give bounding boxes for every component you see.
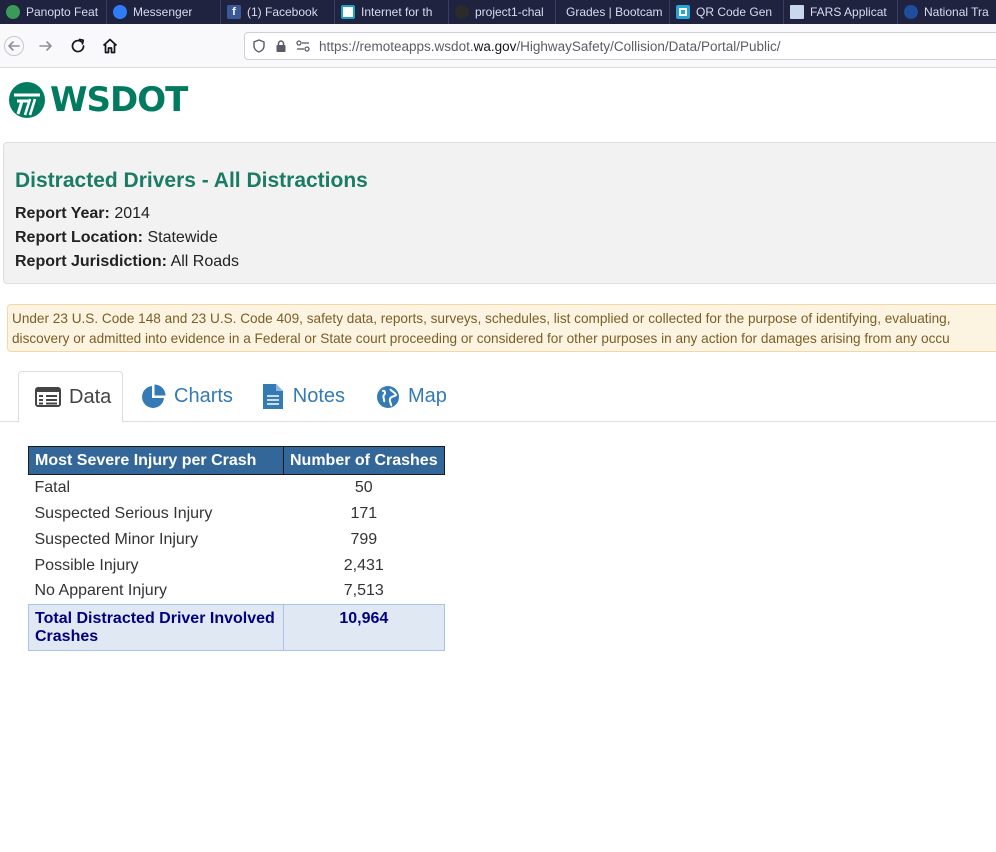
column-header-injury: Most Severe Injury per Crash: [28, 446, 284, 475]
bookmark-cisco[interactable]: Internet for th: [335, 0, 449, 24]
address-bar[interactable]: https://remoteapps.wsdot.wa.gov/HighwayS…: [244, 32, 996, 60]
disclaimer-line-2: discovery or admitted into evidence in a…: [12, 331, 950, 346]
messenger-icon: [113, 5, 127, 19]
document-icon: [262, 384, 285, 410]
crash-count: 7,513: [343, 582, 384, 600]
qr-icon: [676, 5, 690, 19]
total-count: 10,964: [283, 604, 445, 651]
injury-label: Suspected Serious Injury: [34, 504, 213, 522]
report-year-label: Report Year:: [15, 205, 110, 222]
report-year-value: 2014: [114, 205, 150, 222]
document-icon: [790, 5, 804, 19]
bookmark-national[interactable]: National Tra: [898, 0, 996, 24]
bookmark-label: Internet for th: [361, 5, 433, 19]
bookmark-qr-code[interactable]: QR Code Gen: [670, 0, 784, 24]
url-domain: wa.gov: [473, 38, 517, 54]
bookmark-messenger[interactable]: Messenger: [107, 0, 221, 24]
bookmark-label: (1) Facebook: [247, 5, 318, 19]
report-jurisdiction-label: Report Jurisdiction:: [15, 253, 168, 270]
tab-notes-label: Notes: [292, 385, 345, 407]
table-header-row: Most Severe Injury per Crash Number of C…: [28, 446, 445, 475]
wsdot-logo[interactable]: WSDOT: [8, 80, 188, 120]
bookmark-facebook[interactable]: f (1) Facebook: [221, 0, 335, 24]
back-arrow-icon: [4, 36, 24, 56]
total-label: Total Distracted Driver Involved Crashes: [28, 604, 284, 651]
navigation-bar: https://remoteapps.wsdot.wa.gov/HighwayS…: [0, 24, 996, 68]
tab-data[interactable]: Data: [18, 371, 123, 423]
globe-icon: [376, 384, 400, 410]
report-jurisdiction: Report Jurisdiction: All Roads: [15, 253, 239, 271]
tab-charts-label: Charts: [174, 385, 233, 407]
disclaimer-line-1: Under 23 U.S. Code 148 and 23 U.S. Code …: [12, 311, 951, 326]
nhtsa-icon: [904, 5, 918, 19]
crash-count: 50: [354, 478, 373, 496]
table-row: No Apparent Injury 7,513: [29, 579, 445, 605]
forward-button[interactable]: [34, 34, 58, 58]
tab-charts[interactable]: Charts: [124, 371, 244, 422]
table-row: Suspected Serious Injury 171: [29, 501, 445, 527]
bookmark-grades[interactable]: Grades | Bootcam: [556, 0, 670, 24]
report-jurisdiction-value: All Roads: [170, 253, 240, 270]
table-row: Fatal 50: [29, 475, 445, 501]
facebook-icon: f: [227, 5, 241, 19]
lock-icon[interactable]: [273, 38, 289, 54]
bookmark-label: National Tra: [924, 5, 989, 19]
reload-button[interactable]: [66, 34, 90, 58]
url-path: /HighwaySafety/Collision/Data/Portal/Pub…: [516, 38, 781, 54]
reload-icon: [71, 38, 85, 53]
url-text[interactable]: https://remoteapps.wsdot.wa.gov/HighwayS…: [319, 39, 780, 54]
total-label-line-2: Crashes: [35, 628, 99, 645]
bookmark-label: Messenger: [133, 5, 193, 19]
report-tabs: Data Charts Notes Map: [0, 371, 996, 423]
column-header-crashes: Number of Crashes: [283, 446, 445, 475]
report-header: Distracted Drivers - All Distractions Re…: [3, 142, 996, 284]
logo-text: WSDOT: [50, 80, 188, 120]
tracking-shield-icon[interactable]: [251, 38, 267, 54]
report-location-value: Statewide: [147, 229, 218, 246]
table-row: Suspected Minor Injury 799: [29, 527, 445, 553]
permissions-icon[interactable]: [295, 38, 311, 54]
bookmark-panopto[interactable]: Panopto Feat: [0, 0, 107, 24]
crash-count: 2,431: [343, 556, 384, 574]
injury-label: Fatal: [34, 478, 71, 496]
bookmark-label: Panopto Feat: [26, 5, 99, 19]
forward-arrow-icon: [39, 41, 52, 51]
bookmark-label: QR Code Gen: [696, 5, 773, 19]
tab-map[interactable]: Map: [360, 371, 460, 422]
pie-chart-icon: [140, 384, 166, 410]
report-location-label: Report Location:: [15, 229, 143, 246]
crash-data-table: Most Severe Injury per Crash Number of C…: [28, 446, 445, 651]
bookmark-github[interactable]: project1-chal: [449, 0, 556, 24]
table-icon: [35, 384, 61, 410]
total-label-line-1: Total Distracted Driver Involved: [35, 610, 275, 627]
injury-label: No Apparent Injury: [34, 582, 168, 600]
tab-notes[interactable]: Notes: [246, 371, 361, 422]
url-prefix: https://remoteapps.wsdot.: [319, 38, 474, 54]
crash-count: 171: [350, 504, 378, 522]
injury-label: Possible Injury: [34, 556, 139, 574]
report-location: Report Location: Statewide: [15, 229, 218, 247]
github-icon: [455, 5, 469, 19]
injury-label: Suspected Minor Injury: [34, 530, 199, 548]
bookmark-fars[interactable]: FARS Applicat: [784, 0, 898, 24]
table-total-row: Total Distracted Driver Involved Crashes…: [28, 604, 445, 651]
crash-count: 799: [350, 530, 378, 548]
bookmarks-bar: Panopto Feat Messenger f (1) Facebook In…: [0, 0, 996, 24]
wsdot-emblem-icon: [9, 82, 45, 118]
tab-map-label: Map: [408, 385, 447, 407]
table-row: Possible Injury 2,431: [29, 553, 445, 579]
bookmark-label: Grades | Bootcam: [566, 5, 663, 19]
home-icon: [102, 38, 118, 54]
tab-data-label: Data: [69, 385, 112, 408]
home-button[interactable]: [98, 34, 122, 58]
cisco-icon: [341, 5, 355, 19]
back-button[interactable]: [2, 34, 26, 58]
legal-disclaimer: Under 23 U.S. Code 148 and 23 U.S. Code …: [7, 304, 996, 352]
report-title: Distracted Drivers - All Distractions: [15, 169, 368, 192]
panopto-icon: [6, 5, 20, 19]
report-year: Report Year: 2014: [15, 205, 150, 223]
bookmark-label: project1-chal: [475, 5, 544, 19]
bookmark-label: FARS Applicat: [810, 5, 887, 19]
